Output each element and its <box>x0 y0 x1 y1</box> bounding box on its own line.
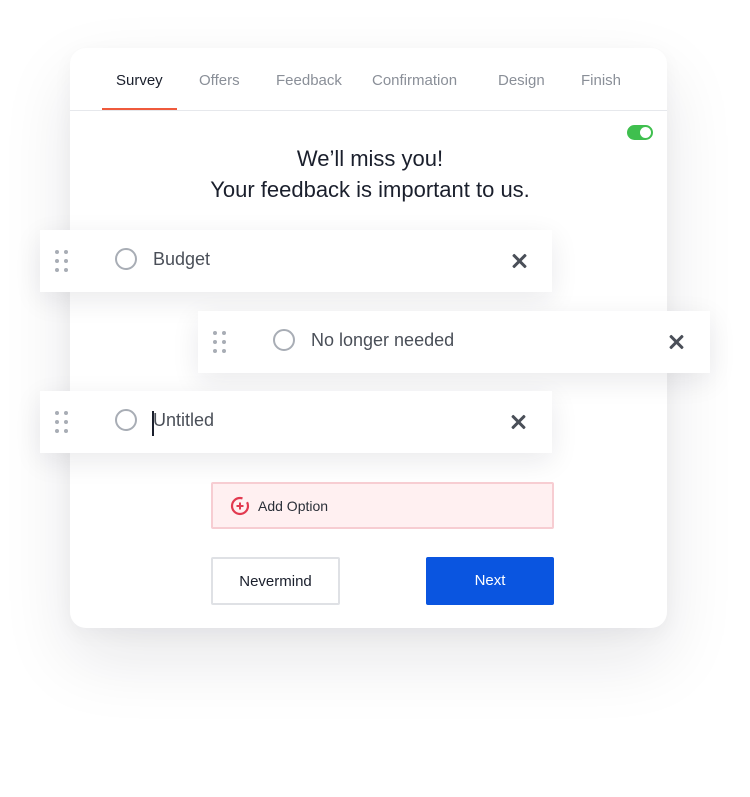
enable-toggle[interactable] <box>627 125 653 140</box>
survey-headline: We’ll miss you! Your feedback is importa… <box>70 143 670 205</box>
option-row-no-longer-needed[interactable]: No longer needed <box>198 311 710 373</box>
headline-line-1: We’ll miss you! <box>296 146 444 171</box>
remove-option-icon[interactable] <box>667 333 685 351</box>
option-row-untitled[interactable] <box>40 391 552 453</box>
tab-design[interactable]: Design <box>498 72 545 89</box>
headline-line-2: Your feedback is important to us. <box>210 177 530 202</box>
tab-confirmation[interactable]: Confirmation <box>372 72 457 89</box>
remove-option-icon[interactable] <box>509 413 527 431</box>
toggle-knob <box>640 127 651 138</box>
option-radio[interactable] <box>273 329 295 351</box>
option-label[interactable]: No longer needed <box>311 330 454 351</box>
tab-offers[interactable]: Offers <box>199 72 240 89</box>
remove-option-icon[interactable] <box>510 252 528 270</box>
option-label-input[interactable] <box>153 408 453 432</box>
next-button[interactable]: Next <box>426 557 554 605</box>
option-radio[interactable] <box>115 409 137 431</box>
tab-finish[interactable]: Finish <box>581 72 621 89</box>
drag-handle-icon[interactable] <box>55 250 69 274</box>
tab-bar: Survey Offers Feedback Confirmation Desi… <box>70 48 667 111</box>
drag-handle-icon[interactable] <box>213 331 227 355</box>
add-option-button[interactable]: Add Option <box>211 482 554 529</box>
option-label[interactable]: Budget <box>153 249 210 270</box>
survey-editor: Survey Offers Feedback Confirmation Desi… <box>0 0 750 797</box>
add-circle-icon <box>230 496 250 516</box>
add-option-label: Add Option <box>258 498 329 514</box>
drag-handle-icon[interactable] <box>55 411 69 435</box>
tab-feedback[interactable]: Feedback <box>276 72 342 89</box>
nevermind-button[interactable]: Nevermind <box>211 557 340 605</box>
tab-survey[interactable]: Survey <box>116 72 163 89</box>
option-radio[interactable] <box>115 248 137 270</box>
option-row-budget[interactable]: Budget <box>40 230 552 292</box>
text-cursor <box>152 411 154 436</box>
active-tab-indicator <box>102 108 177 110</box>
